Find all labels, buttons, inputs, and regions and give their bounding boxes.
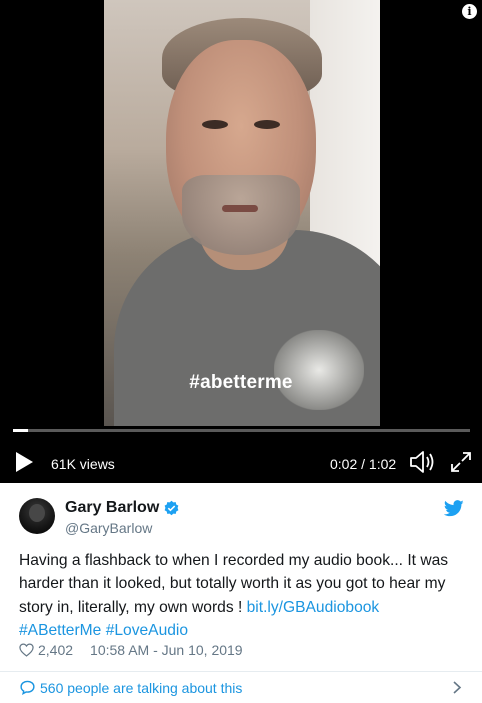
video-time: 0:02 / 1:02	[330, 456, 397, 472]
tweet-link[interactable]: bit.ly/GBAudiobook	[247, 599, 380, 616]
hashtag-link[interactable]: #LoveAudio	[106, 622, 188, 639]
volume-icon[interactable]	[409, 449, 437, 475]
twitter-bird-icon[interactable]	[444, 500, 464, 517]
avatar[interactable]	[19, 498, 55, 534]
chevron-right-icon[interactable]	[452, 680, 462, 695]
speech-bubble-icon	[20, 680, 35, 695]
talking-about-label[interactable]: 560 people are talking about this	[40, 680, 242, 696]
conversation-link[interactable]: 560 people are talking about this	[0, 672, 482, 703]
tweet-embed: #abetterme i 61K views 0:02 / 1:02 Gary …	[0, 0, 482, 703]
verified-badge-icon	[164, 500, 179, 516]
tweet-card: Gary Barlow @GaryBarlow Having a flashba…	[0, 483, 482, 703]
view-count: 61K views	[51, 456, 115, 472]
tweet-text-body: Having a flashback to when I recorded my…	[19, 552, 449, 616]
video-frame	[104, 0, 380, 426]
play-icon[interactable]	[13, 451, 35, 473]
video-progress-bar[interactable]	[13, 429, 470, 432]
info-icon[interactable]: i	[462, 4, 477, 19]
video-hashtag-overlay: #abetterme	[189, 372, 293, 393]
tweet-timestamp[interactable]: 10:58 AM - Jun 10, 2019	[90, 642, 243, 658]
heart-icon[interactable]	[19, 643, 34, 657]
fullscreen-icon[interactable]	[450, 451, 472, 473]
video-player[interactable]: #abetterme i 61K views 0:02 / 1:02	[0, 0, 482, 483]
like-count[interactable]: 2,402	[38, 642, 73, 658]
author-handle[interactable]: @GaryBarlow	[65, 520, 152, 536]
tweet-meta: 2,402 10:58 AM - Jun 10, 2019	[19, 642, 243, 658]
hashtag-link[interactable]: #ABetterMe	[19, 622, 101, 639]
tweet-text: Having a flashback to when I recorded my…	[19, 549, 469, 642]
video-progress-fill	[13, 429, 28, 432]
author-name[interactable]: Gary Barlow	[65, 499, 159, 517]
